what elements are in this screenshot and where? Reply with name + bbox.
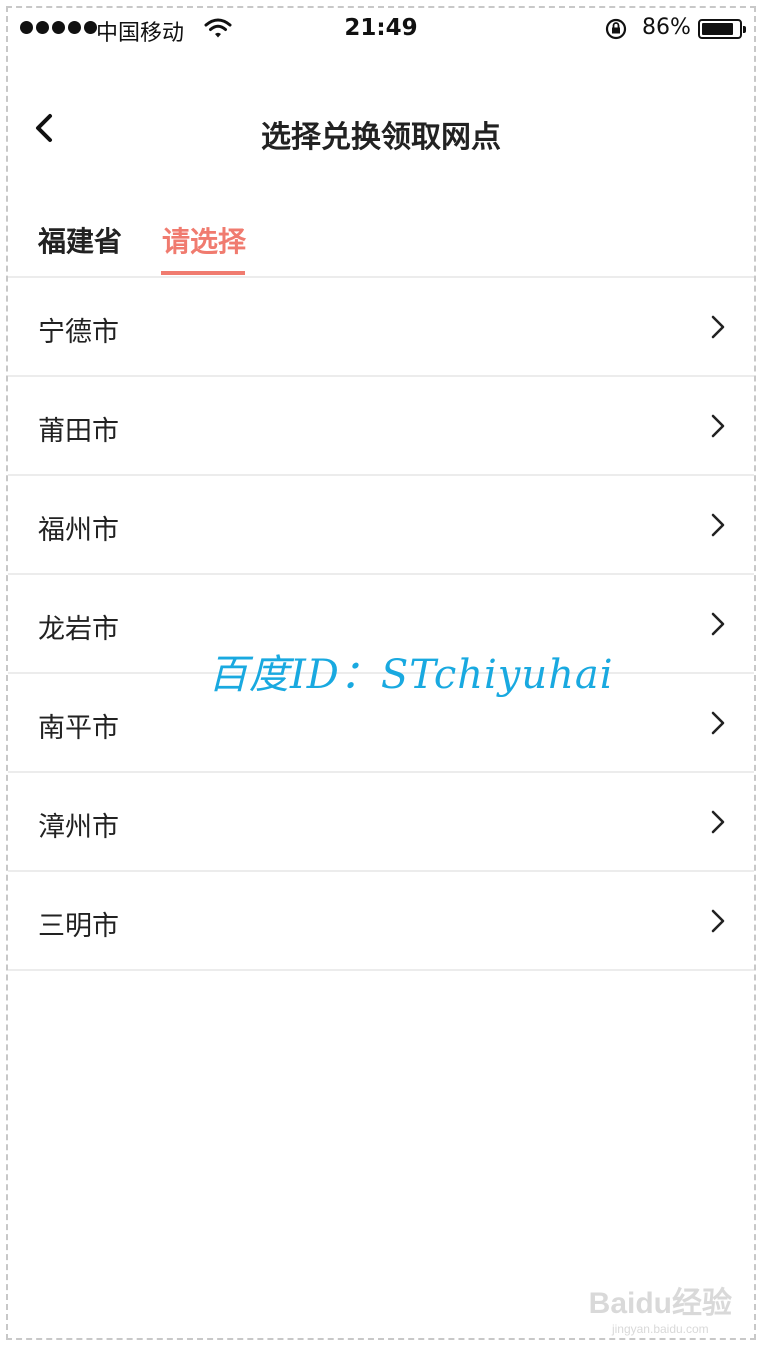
battery-percent: 86% <box>642 15 691 40</box>
page-title: 选择兑换领取网点 <box>261 120 501 155</box>
active-tab-indicator <box>161 271 245 275</box>
city-label: 福州市 <box>38 515 119 546</box>
city-label: 龙岩市 <box>38 614 119 645</box>
list-item[interactable]: 三明市 <box>8 872 754 971</box>
chevron-right-icon <box>711 711 725 735</box>
author-watermark: 百度ID：STchiyuhai <box>208 652 614 698</box>
tab-please-select[interactable]: 请选择 <box>162 220 246 260</box>
chevron-right-icon <box>711 513 725 537</box>
battery-icon <box>698 19 746 39</box>
baidu-jingyan-watermark: Baidu经验 jingyan.baidu.com <box>589 1278 732 1336</box>
baidu-logo: Baidu经验 <box>588 1287 732 1320</box>
list-item[interactable]: 漳州市 <box>8 773 754 872</box>
chevron-right-icon <box>711 909 725 933</box>
chevron-right-icon <box>711 414 725 438</box>
city-label: 莆田市 <box>38 416 119 447</box>
baidu-url: jingyan.baidu.com <box>611 1322 709 1336</box>
city-list: 宁德市 莆田市 福州市 龙岩市 南平市 漳州市 三明市 <box>8 278 754 971</box>
city-label: 三明市 <box>38 911 119 942</box>
status-bar: 中国移动 21:49 86% <box>8 8 754 50</box>
nav-bar: 选择兑换领取网点 <box>8 98 754 158</box>
chevron-right-icon <box>711 612 725 636</box>
tab-province[interactable]: 福建省 <box>38 220 122 260</box>
list-item[interactable]: 福州市 <box>8 476 754 575</box>
chevron-right-icon <box>711 315 725 339</box>
battery-fill <box>702 23 733 35</box>
rotation-lock-icon <box>605 18 627 40</box>
phone-screen: 中国移动 21:49 86% 选择兑换领取网点 福建省 请选择 宁德市 莆田市 … <box>6 6 756 1340</box>
city-label: 南平市 <box>38 713 119 744</box>
city-label: 漳州市 <box>38 812 119 843</box>
chevron-right-icon <box>711 810 725 834</box>
city-label: 宁德市 <box>38 317 119 348</box>
list-item[interactable]: 宁德市 <box>8 278 754 377</box>
region-tabs: 福建省 请选择 <box>8 208 754 278</box>
list-item[interactable]: 莆田市 <box>8 377 754 476</box>
